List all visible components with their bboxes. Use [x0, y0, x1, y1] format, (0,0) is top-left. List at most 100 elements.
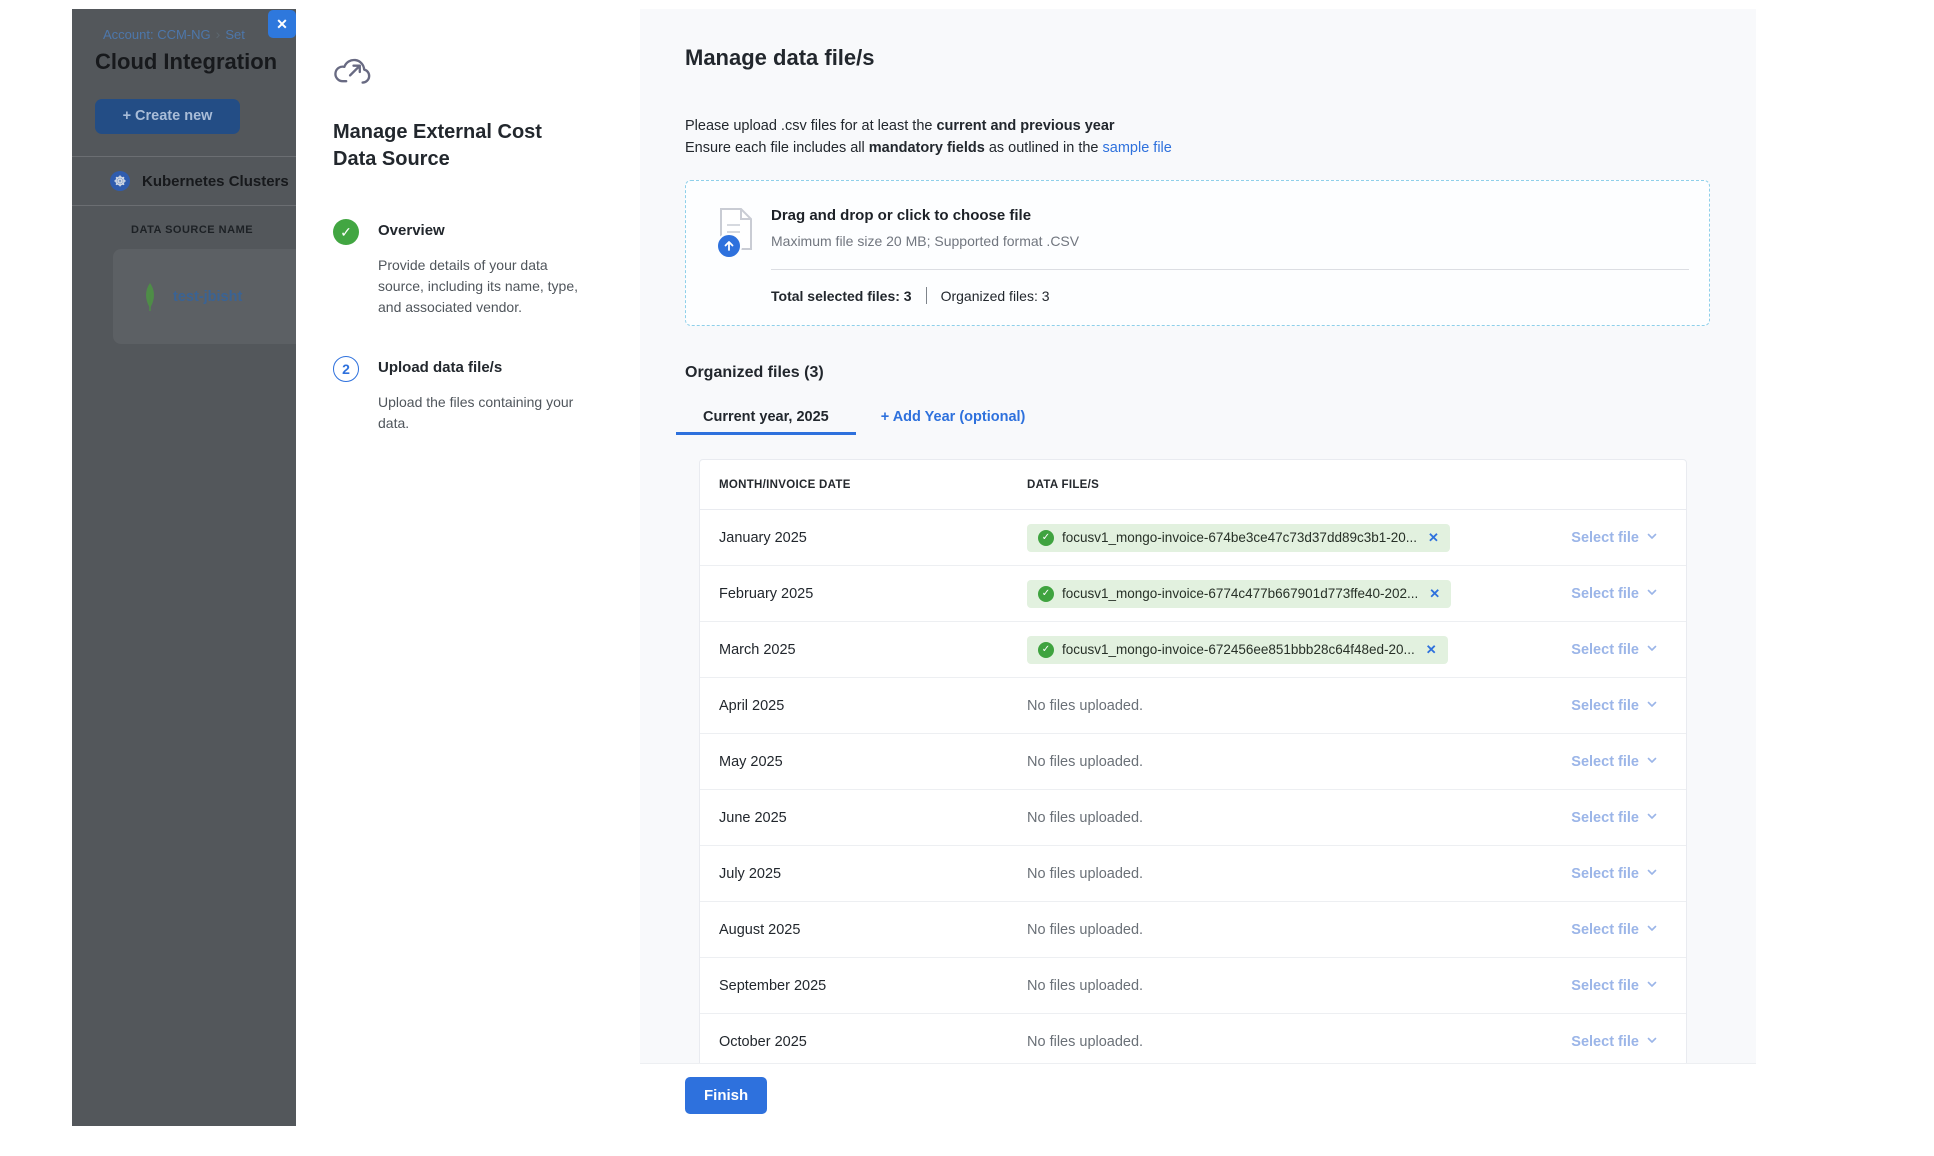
year-tabs: Current year, 2025 + Add Year (optional)	[676, 401, 1710, 435]
remove-file-icon[interactable]: ✕	[1428, 530, 1439, 546]
chevron-down-icon	[1646, 810, 1658, 826]
drawer-footer: Finish	[640, 1063, 1756, 1126]
no-files-text: No files uploaded.	[1027, 922, 1143, 938]
file-cell: ✓focusv1_mongo-invoice-6774c477b667901d7…	[1027, 580, 1528, 608]
main-panel: Manage data file/s Please upload .csv fi…	[640, 9, 1756, 1126]
table-row: June 2025No files uploaded. Select file	[700, 790, 1686, 846]
file-valid-check-icon: ✓	[1038, 642, 1054, 658]
page-title: Cloud Integration	[72, 42, 296, 75]
step-2-number-badge: 2	[333, 356, 359, 382]
select-file-dropdown[interactable]: Select file	[1571, 754, 1658, 770]
step-upload-data-files[interactable]: 2 Upload data file/s Upload the files co…	[333, 356, 610, 434]
finish-button[interactable]: Finish	[685, 1077, 767, 1114]
screen: Account: CCM-NG›Set Cloud Integration + …	[0, 0, 1934, 1156]
upload-file-icon	[719, 207, 759, 259]
month-cell: October 2025	[719, 1034, 1027, 1050]
organized-files-count: Organized files: 3	[941, 288, 1050, 304]
select-file-dropdown[interactable]: Select file	[1571, 922, 1658, 938]
chevron-down-icon	[1646, 586, 1658, 602]
kubernetes-icon: ☸	[110, 171, 130, 191]
instruction-text: Ensure each file includes all	[685, 140, 869, 156]
dropzone-divider	[771, 269, 1689, 270]
select-file-dropdown[interactable]: Select file	[1571, 866, 1658, 882]
chevron-down-icon	[1646, 754, 1658, 770]
select-file-dropdown[interactable]: Select file	[1571, 530, 1658, 546]
upload-arrow-icon	[716, 233, 742, 259]
create-new-button[interactable]: + Create new	[95, 99, 240, 134]
uploaded-file-chip: ✓ focusv1_mongo-invoice-672456ee851bbb28c…	[1027, 636, 1448, 664]
app-window: Account: CCM-NG›Set Cloud Integration + …	[72, 9, 1756, 1126]
upload-instructions: Please upload .csv files for at least th…	[685, 115, 1710, 159]
step-overview-label: Overview	[378, 219, 610, 245]
select-file-dropdown[interactable]: Select file	[1571, 810, 1658, 826]
no-files-text: No files uploaded.	[1027, 978, 1143, 994]
select-file-label: Select file	[1571, 642, 1639, 658]
dropzone-title: Drag and drop or click to choose file	[771, 207, 1031, 224]
file-cell: No files uploaded.	[1027, 865, 1528, 883]
chevron-down-icon	[1646, 698, 1658, 714]
select-file-dropdown[interactable]: Select file	[1571, 978, 1658, 994]
instruction-bold: mandatory fields	[869, 140, 985, 156]
file-cell: No files uploaded.	[1027, 977, 1528, 995]
no-files-text: No files uploaded.	[1027, 1034, 1143, 1050]
select-file-dropdown[interactable]: Select file	[1571, 1034, 1658, 1050]
chevron-down-icon	[1646, 530, 1658, 546]
kubernetes-tab-label: Kubernetes Clusters	[142, 173, 289, 190]
table-row: October 2025No files uploaded. Select fil…	[700, 1014, 1686, 1063]
breadcrumb-account[interactable]: Account: CCM-NG	[103, 27, 211, 42]
main-scroll-area[interactable]: Manage data file/s Please upload .csv fi…	[640, 9, 1756, 1063]
chevron-down-icon	[1646, 1034, 1658, 1050]
step-complete-check-icon: ✓	[333, 219, 359, 245]
file-cell: No files uploaded.	[1027, 809, 1528, 827]
close-drawer-button[interactable]: ✕	[268, 10, 296, 38]
step-upload-label: Upload data file/s	[378, 356, 610, 382]
stats-divider	[926, 287, 927, 304]
cloud-export-icon	[333, 55, 373, 88]
file-dropzone[interactable]: Drag and drop or click to choose file Ma…	[685, 180, 1710, 326]
select-file-dropdown[interactable]: Select file	[1571, 642, 1658, 658]
no-files-text: No files uploaded.	[1027, 698, 1143, 714]
table-body: January 2025✓focusv1_mongo-invoice-674be…	[700, 510, 1686, 1063]
instruction-line-1: Please upload .csv files for at least th…	[685, 115, 1710, 137]
table-row: September 2025No files uploaded.Select f…	[700, 958, 1686, 1014]
table-header-row: MONTH/INVOICE DATE DATA FILE/S	[700, 460, 1686, 510]
step-overview[interactable]: ✓ Overview Provide details of your data …	[333, 219, 610, 318]
background-page: Account: CCM-NG›Set Cloud Integration + …	[72, 9, 296, 1126]
total-selected-files: Total selected files: 3	[771, 288, 912, 304]
column-header-files: DATA FILE/S	[1027, 479, 1528, 491]
file-cell: No files uploaded.	[1027, 921, 1528, 939]
remove-file-icon[interactable]: ✕	[1429, 586, 1440, 602]
data-source-column-header: DATA SOURCE NAME	[131, 224, 296, 236]
table-row: May 2025No files uploaded. Select file	[700, 734, 1686, 790]
file-cell: No files uploaded.	[1027, 1033, 1528, 1051]
file-cell: No files uploaded.	[1027, 697, 1528, 715]
uploaded-file-chip: ✓focusv1_mongo-invoice-674be3ce47c73d37d…	[1027, 524, 1450, 552]
remove-file-icon[interactable]: ✕	[1426, 642, 1437, 658]
mongodb-leaf-icon	[140, 282, 160, 312]
add-year-button[interactable]: + Add Year (optional)	[881, 401, 1026, 435]
data-source-row[interactable]: test-jbisht	[113, 249, 296, 344]
file-cell: ✓focusv1_mongo-invoice-674be3ce47c73d37d…	[1027, 524, 1528, 552]
file-cell: No files uploaded.	[1027, 753, 1528, 771]
drawer-title: Manage External Cost Data Source	[333, 119, 568, 173]
month-cell: June 2025	[719, 810, 1027, 826]
select-file-dropdown[interactable]: Select file	[1571, 698, 1658, 714]
tab-current-year[interactable]: Current year, 2025	[676, 401, 856, 435]
data-source-name-link[interactable]: test-jbisht	[173, 289, 242, 305]
file-cell: ✓ focusv1_mongo-invoice-672456ee851bbb28c…	[1027, 636, 1528, 664]
dropzone-subtitle: Maximum file size 20 MB; Supported forma…	[771, 233, 1079, 249]
table-row: March 2025✓focusv1_mongo-invoice-672456e…	[700, 622, 1686, 678]
chevron-down-icon	[1646, 978, 1658, 994]
tab-kubernetes-clusters[interactable]: ☸ Kubernetes Clusters	[72, 156, 296, 206]
breadcrumb[interactable]: Account: CCM-NG›Set	[72, 9, 296, 42]
instruction-text: as outlined in the	[985, 140, 1103, 156]
select-file-dropdown[interactable]: Select file	[1571, 586, 1658, 602]
breadcrumb-next[interactable]: Set	[225, 27, 245, 42]
month-cell: February 2025	[719, 586, 1027, 602]
month-cell: May 2025	[719, 754, 1027, 770]
instruction-bold: current and previous year	[936, 118, 1114, 134]
chevron-down-icon	[1646, 866, 1658, 882]
sample-file-link[interactable]: sample file	[1103, 140, 1172, 156]
month-cell: January 2025	[719, 530, 1027, 546]
file-name: focusv1_mongo-invoice-672456ee851bbb28c6…	[1062, 642, 1415, 657]
